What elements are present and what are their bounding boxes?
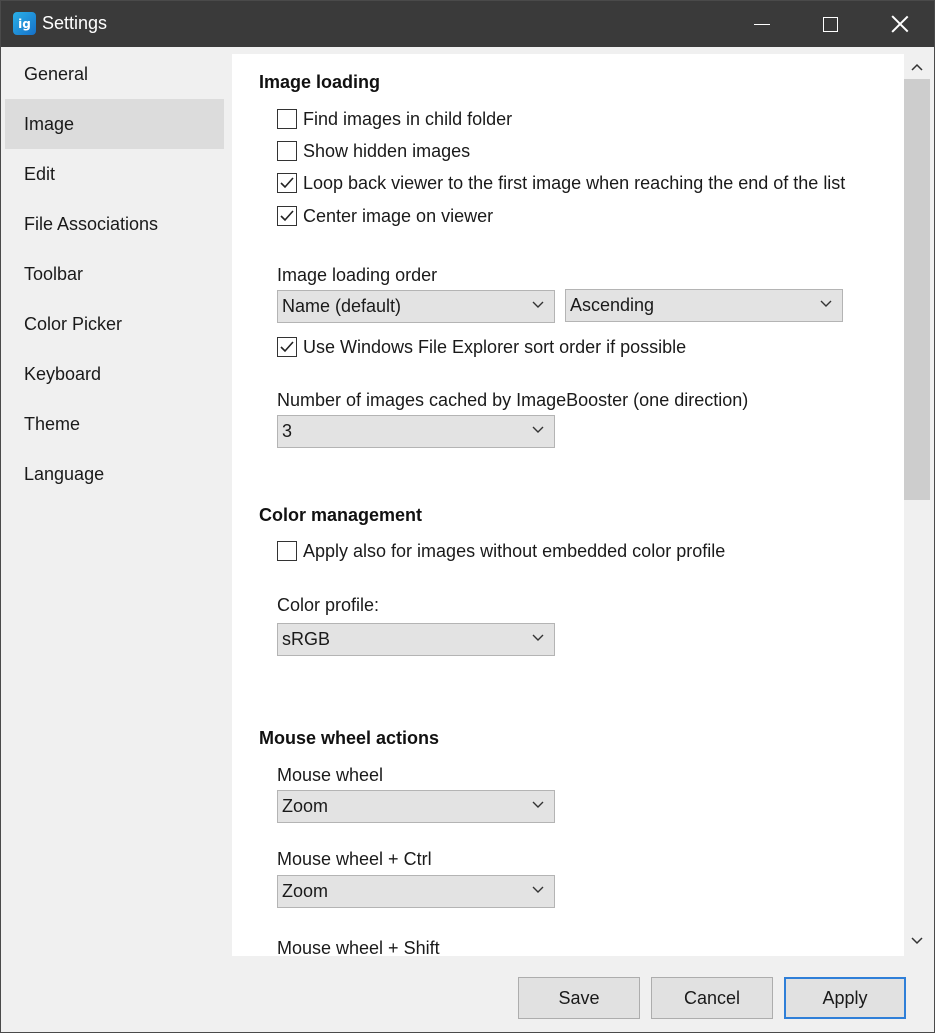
scrollbar-thumb[interactable] xyxy=(904,79,930,500)
sidebar-nav: General Image Edit File Associations Too… xyxy=(2,48,230,958)
apply-without-profile-checkbox[interactable]: Apply also for images without embedded c… xyxy=(277,540,725,562)
select-value: Zoom xyxy=(282,796,329,816)
loading-order-label: Image loading order xyxy=(277,265,438,285)
section-title-color-management: Color management xyxy=(259,505,423,525)
sidebar-item-language[interactable]: Language xyxy=(5,449,224,499)
cache-count-select[interactable]: 3 xyxy=(277,415,555,448)
checkbox-box[interactable] xyxy=(277,173,297,193)
sidebar-item-toolbar[interactable]: Toolbar xyxy=(5,249,224,299)
title-bar[interactable]: ig Settings xyxy=(1,1,934,47)
scroll-down-arrow-icon[interactable] xyxy=(910,934,924,948)
checkbox-label: Find images in child folder xyxy=(303,108,513,129)
checkbox-label: Center image on viewer xyxy=(303,205,494,226)
select-value: 3 xyxy=(282,421,293,441)
chevron-down-icon xyxy=(820,300,832,307)
select-value: Zoom xyxy=(282,881,329,901)
chevron-down-icon xyxy=(532,801,544,808)
settings-window: ig Settings General Image Edit File Asso… xyxy=(0,0,935,1033)
chevron-down-icon xyxy=(532,634,544,641)
checkbox-box[interactable] xyxy=(277,141,297,161)
sidebar-item-image[interactable]: Image xyxy=(5,99,224,149)
checkmark-icon xyxy=(280,177,294,189)
mouse-wheel-label: Mouse wheel xyxy=(277,765,384,785)
apply-button[interactable]: Apply xyxy=(784,977,906,1019)
checkbox-box[interactable] xyxy=(277,541,297,561)
maximize-button[interactable] xyxy=(795,1,865,47)
mouse-wheel-ctrl-select[interactable]: Zoom xyxy=(277,875,555,908)
sidebar-item-file-associations[interactable]: File Associations xyxy=(5,199,224,249)
close-button[interactable] xyxy=(865,1,935,47)
sidebar-item-theme[interactable]: Theme xyxy=(5,399,224,449)
sidebar-item-general[interactable]: General xyxy=(5,49,224,99)
mouse-wheel-shift-label: Mouse wheel + Shift xyxy=(277,938,440,956)
center-image-checkbox[interactable]: Center image on viewer xyxy=(277,205,493,227)
window-title: Settings xyxy=(42,13,108,33)
chevron-down-icon xyxy=(532,426,544,433)
close-icon xyxy=(891,15,909,33)
select-value: Name (default) xyxy=(282,296,402,316)
chevron-down-icon xyxy=(532,301,544,308)
checkbox-label: Loop back viewer to the first image when… xyxy=(303,172,846,193)
settings-content-panel[interactable]: Image loading Find images in child folde… xyxy=(232,54,904,956)
mouse-wheel-select[interactable]: Zoom xyxy=(277,790,555,823)
checkmark-icon xyxy=(280,341,294,353)
loading-order-select[interactable]: Name (default) xyxy=(277,290,555,323)
checkbox-label: Show hidden images xyxy=(303,140,471,161)
select-value: sRGB xyxy=(282,629,331,649)
sidebar-item-edit[interactable]: Edit xyxy=(5,149,224,199)
vertical-scrollbar[interactable] xyxy=(904,54,930,956)
color-profile-select[interactable]: sRGB xyxy=(277,623,555,656)
checkbox-label: Use Windows File Explorer sort order if … xyxy=(303,336,687,357)
maximize-icon xyxy=(822,16,838,32)
minimize-button[interactable] xyxy=(727,1,797,47)
checkbox-box[interactable] xyxy=(277,206,297,226)
checkmark-icon xyxy=(280,210,294,222)
scroll-up-arrow-icon[interactable] xyxy=(910,60,924,74)
select-value: Ascending xyxy=(570,295,655,315)
sidebar-item-keyboard[interactable]: Keyboard xyxy=(5,349,224,399)
sort-direction-select[interactable]: Ascending xyxy=(565,289,843,322)
section-title-image-loading: Image loading xyxy=(259,72,381,92)
checkbox-label: Apply also for images without embedded c… xyxy=(303,540,726,561)
cache-count-label: Number of images cached by ImageBooster … xyxy=(277,390,749,410)
app-logo-icon: ig xyxy=(13,12,36,35)
mouse-wheel-ctrl-label: Mouse wheel + Ctrl xyxy=(277,849,432,869)
find-child-folder-checkbox[interactable]: Find images in child folder xyxy=(277,108,512,130)
checkbox-box[interactable] xyxy=(277,109,297,129)
color-profile-label: Color profile: xyxy=(277,595,380,615)
minimize-icon xyxy=(754,23,770,25)
sidebar-item-color-picker[interactable]: Color Picker xyxy=(5,299,224,349)
loop-back-viewer-checkbox[interactable]: Loop back viewer to the first image when… xyxy=(277,172,845,194)
checkbox-box[interactable] xyxy=(277,337,297,357)
section-title-mouse-wheel: Mouse wheel actions xyxy=(259,728,440,748)
cancel-button[interactable]: Cancel xyxy=(651,977,773,1019)
save-button[interactable]: Save xyxy=(518,977,640,1019)
show-hidden-images-checkbox[interactable]: Show hidden images xyxy=(277,140,470,162)
chevron-down-icon xyxy=(532,886,544,893)
explorer-sort-order-checkbox[interactable]: Use Windows File Explorer sort order if … xyxy=(277,336,686,358)
